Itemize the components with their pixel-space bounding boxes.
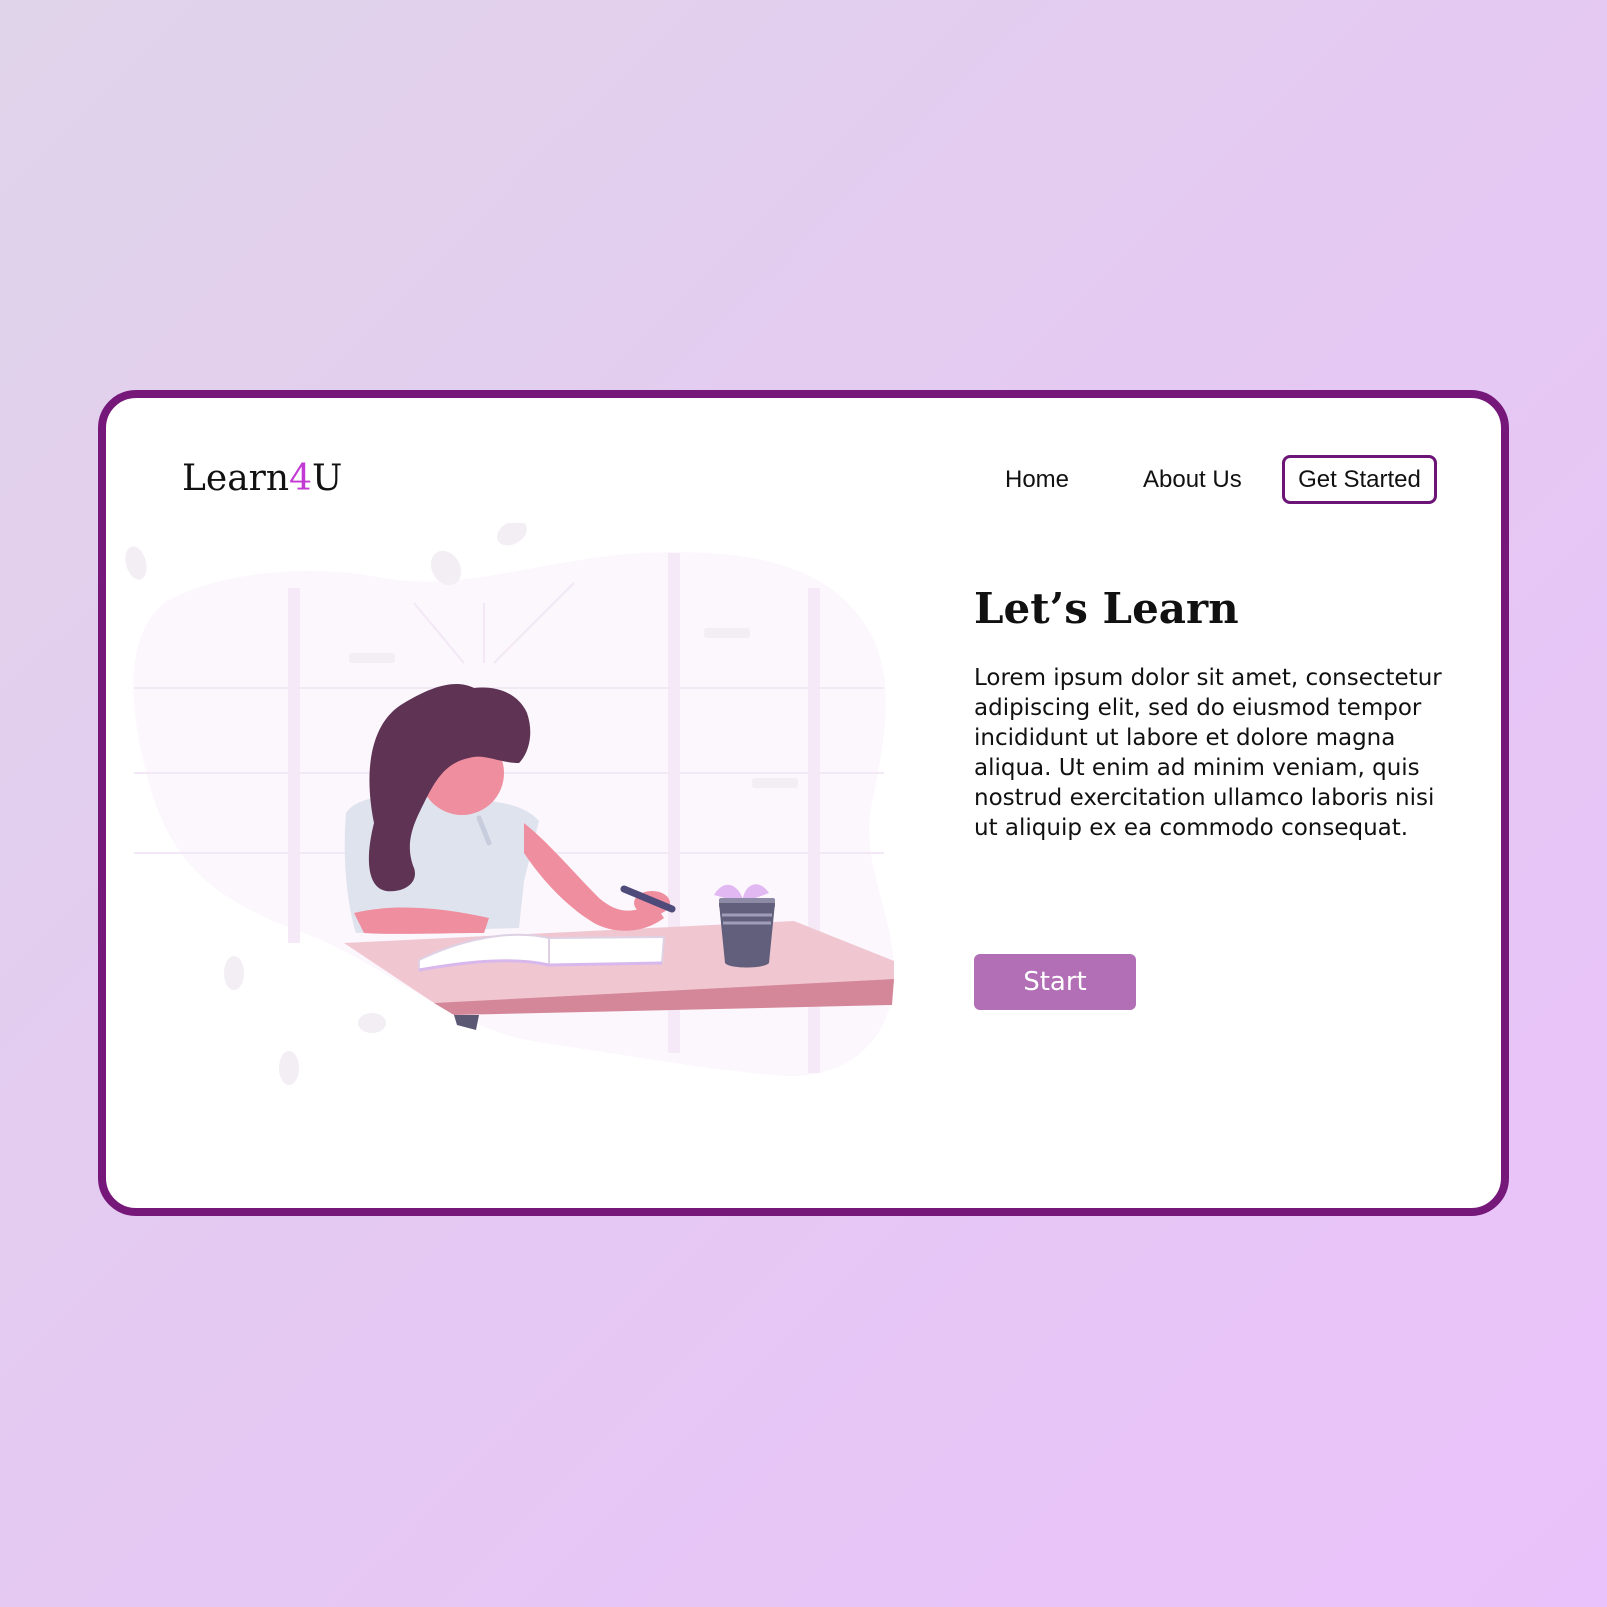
nav-home-link[interactable]: Home bbox=[1005, 466, 1069, 494]
landing-card: Learn4U Home About Us Get Started Let’s … bbox=[98, 390, 1509, 1216]
logo[interactable]: Learn4U bbox=[182, 458, 342, 499]
hero-title: Let’s Learn bbox=[974, 584, 1239, 633]
start-button[interactable]: Start bbox=[974, 954, 1136, 1010]
get-started-button[interactable]: Get Started bbox=[1282, 455, 1437, 504]
nav-about-link[interactable]: About Us bbox=[1143, 466, 1242, 494]
logo-accent: 4 bbox=[289, 458, 312, 499]
hero-description: Lorem ipsum dolor sit amet, consectetur … bbox=[974, 665, 1442, 841]
logo-text: Learn bbox=[182, 458, 290, 499]
logo-text-end: U bbox=[311, 458, 343, 499]
woman-studying-illustration bbox=[125, 523, 894, 1085]
